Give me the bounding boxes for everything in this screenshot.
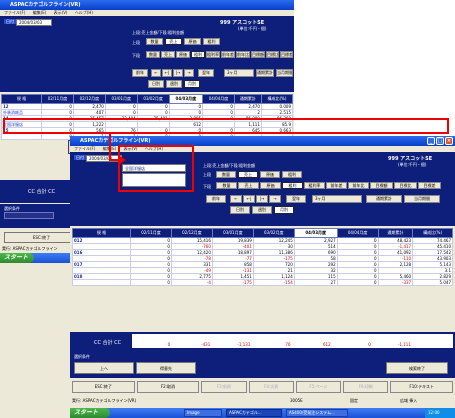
red-arrow-head	[120, 156, 126, 164]
arrow-overlay	[109, 134, 126, 164]
red-arrow-line	[109, 134, 120, 161]
